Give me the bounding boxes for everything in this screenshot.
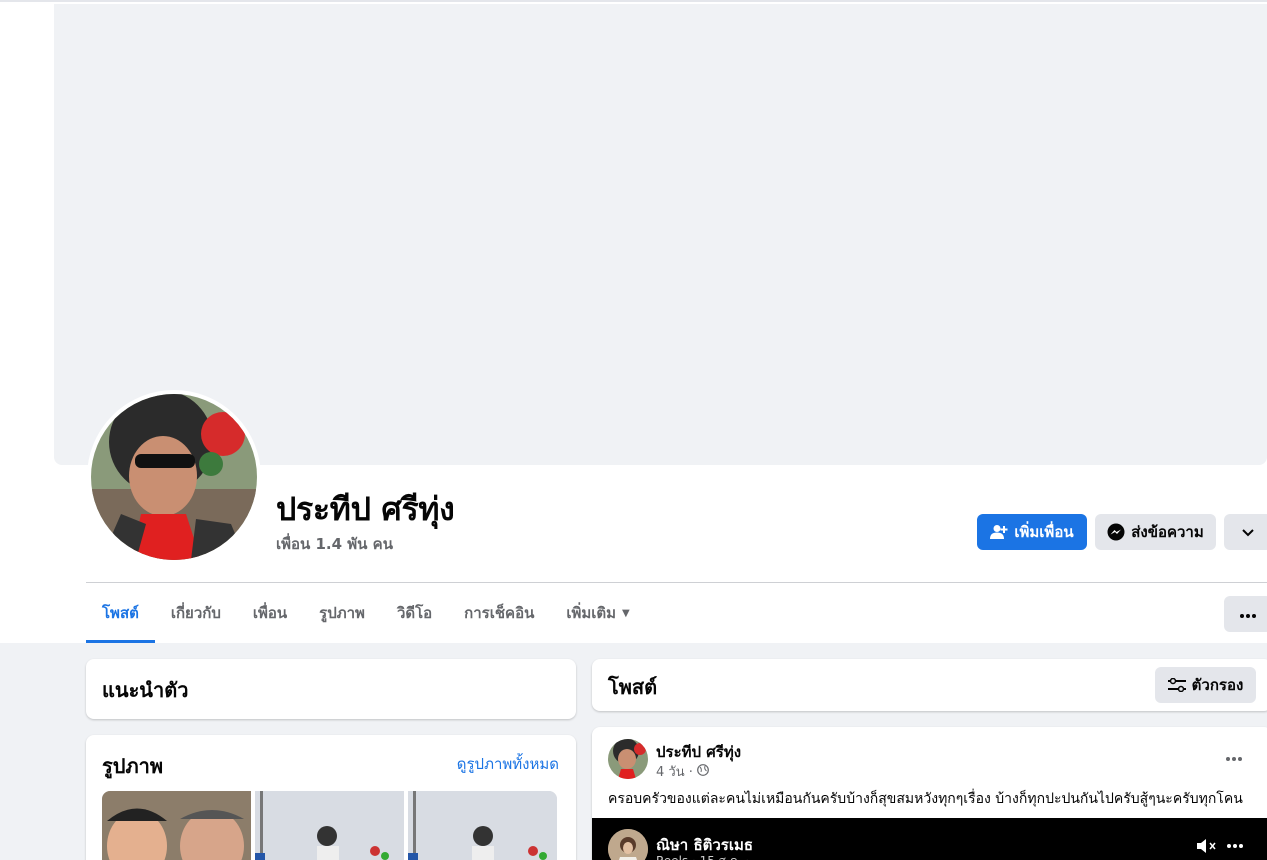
tab-label: เพิ่มเติม: [566, 604, 617, 622]
filter-label: ตัวกรอง: [1191, 676, 1244, 694]
post-options-button[interactable]: [1222, 745, 1246, 769]
message-button[interactable]: ส่งข้อความ: [1095, 514, 1216, 550]
intro-card: แนะนำตัว: [86, 659, 576, 719]
intro-title: แนะนำตัว: [102, 678, 189, 702]
globe-icon: [696, 763, 709, 780]
add-friend-button[interactable]: เพิ่มเพื่อน: [977, 514, 1087, 550]
posts-header-card: โพสต์ ตัวกรอง: [592, 659, 1267, 711]
tab-photos[interactable]: รูปภาพ: [303, 583, 381, 643]
more-dots-icon: [1240, 605, 1256, 623]
photo-grid: [102, 791, 557, 860]
photo-thumbnail[interactable]: [255, 791, 404, 860]
more-actions-button[interactable]: [1224, 514, 1267, 550]
tab-label: การเช็คอิน: [464, 604, 535, 622]
reel-options-icon[interactable]: [1226, 838, 1244, 859]
filter-button[interactable]: ตัวกรอง: [1155, 667, 1256, 703]
messenger-icon: [1107, 523, 1125, 541]
tab-options-button[interactable]: [1224, 596, 1267, 632]
filter-icon: [1167, 678, 1186, 692]
chevron-down-icon: [1242, 523, 1254, 541]
tab-videos[interactable]: วิดีโอ: [381, 583, 448, 643]
tab-label: โพสต์: [102, 604, 139, 622]
friend-count[interactable]: เพื่อน 1.4 พัน คน: [276, 532, 393, 556]
profile-tabs: โพสต์ เกี่ยวกับ เพื่อน รูปภาพ วิดีโอ การ…: [86, 583, 646, 643]
top-divider: [0, 0, 1267, 2]
post-time[interactable]: 4 วัน ·: [656, 761, 693, 782]
tab-label: เพื่อน: [252, 604, 288, 622]
post-card: ประทีป ศรีทุ่ง 4 วัน · ครอบครัวของแต่ละค…: [592, 727, 1267, 860]
photos-title: รูปภาพ: [102, 754, 164, 778]
tab-label: รูปภาพ: [319, 604, 365, 622]
profile-name: ประทีป ศรีทุ่ง: [276, 490, 455, 528]
tab-label: เกี่ยวกับ: [170, 604, 221, 622]
reel-author-avatar[interactable]: [608, 829, 648, 860]
profile-avatar[interactable]: [87, 390, 261, 564]
more-dots-icon: [1226, 748, 1242, 766]
tab-posts[interactable]: โพสต์: [86, 583, 155, 643]
tab-friends[interactable]: เพื่อน: [237, 583, 303, 643]
tab-checkins[interactable]: การเช็คอิน: [448, 583, 550, 643]
message-label: ส่งข้อความ: [1131, 523, 1204, 541]
caret-down-icon: ▼: [622, 607, 630, 619]
add-friend-icon: [990, 524, 1008, 540]
tab-about[interactable]: เกี่ยวกับ: [155, 583, 237, 643]
cover-photo[interactable]: [54, 4, 1267, 465]
post-meta: 4 วัน ·: [656, 761, 709, 782]
photo-thumbnail[interactable]: [102, 791, 251, 860]
muted-speaker-icon[interactable]: [1196, 838, 1218, 859]
tab-label: วิดีโอ: [396, 604, 433, 622]
reel-meta: Reels · 15 ส.ค. ·: [656, 852, 749, 860]
posts-title: โพสต์: [608, 675, 658, 699]
post-text: ครอบครัวของแต่ละคนไม่เหมือนกันครับบ้างก็…: [608, 791, 1243, 807]
shared-reel[interactable]: ณิษา ธิติวรเมธ Reels · 15 ส.ค. ·: [592, 818, 1267, 860]
photo-thumbnail[interactable]: [408, 791, 557, 860]
photos-card: รูปภาพ ดูรูปภาพทั้งหมด: [86, 735, 576, 860]
see-all-photos-link[interactable]: ดูรูปภาพทั้งหมด: [457, 752, 559, 776]
add-friend-label: เพิ่มเพื่อน: [1014, 523, 1074, 541]
tab-more[interactable]: เพิ่มเติม ▼: [550, 583, 645, 643]
post-author-avatar[interactable]: [608, 739, 648, 779]
